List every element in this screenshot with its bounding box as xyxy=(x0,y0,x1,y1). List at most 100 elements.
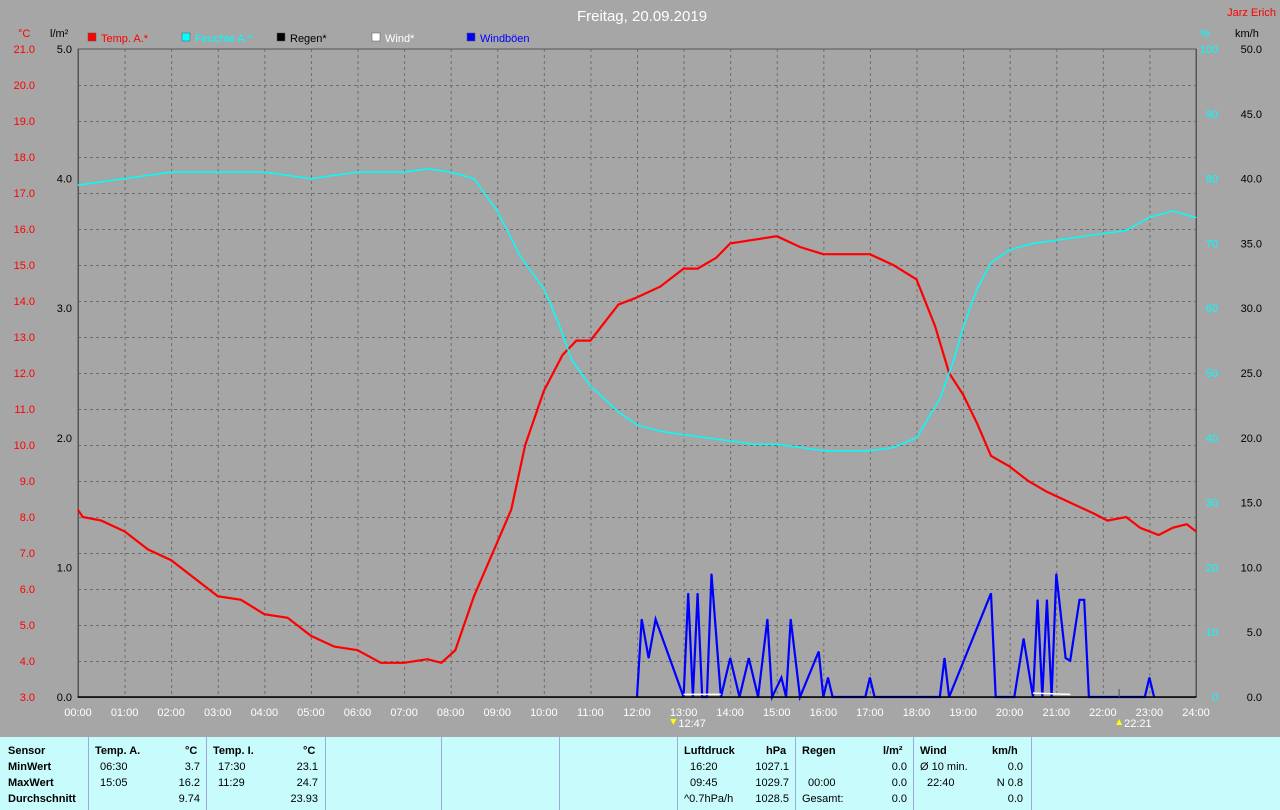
series-point xyxy=(1069,502,1071,504)
wind-tick-label: 30.0 xyxy=(1241,303,1262,315)
wind-max-time: 22:40 xyxy=(927,777,955,789)
x-tick-label: 18:00 xyxy=(903,707,931,719)
rain-tick-label: 3.0 xyxy=(57,303,72,315)
series-point xyxy=(473,178,475,180)
windboeen-point xyxy=(1148,677,1150,679)
pressure-avg: 1028.5 xyxy=(755,793,789,805)
humidity-tick-label: 90 xyxy=(1206,109,1218,121)
wind-unit-label: km/h xyxy=(1235,28,1259,40)
series-point xyxy=(915,278,918,280)
series-point xyxy=(1125,229,1127,232)
series-point xyxy=(1009,249,1011,251)
series-point xyxy=(799,446,801,449)
humidity-unit-label: % xyxy=(1200,28,1210,40)
series-point xyxy=(496,541,498,543)
windboeen-point xyxy=(655,618,657,620)
series-point xyxy=(263,613,265,615)
wind-tick-label: 45.0 xyxy=(1241,109,1262,121)
wind-tick-label: 50.0 xyxy=(1241,44,1262,56)
series-point xyxy=(77,184,79,186)
wind-unit: km/h xyxy=(992,745,1018,757)
rain-tick-label: 1.0 xyxy=(57,562,72,574)
x-tick-label: 10:00 xyxy=(530,707,558,719)
series-point xyxy=(426,658,428,660)
windboeen-point xyxy=(697,592,699,594)
series-point xyxy=(77,509,79,511)
windboeen-point xyxy=(748,657,750,659)
wind-tick-label: 25.0 xyxy=(1241,368,1262,380)
series-point xyxy=(240,599,242,601)
windboeen-point xyxy=(766,618,768,620)
series-point xyxy=(1055,239,1057,241)
series-point xyxy=(1172,210,1174,212)
pressure-min-val: 1027.1 xyxy=(755,761,789,773)
temp-a-min-val: 3.7 xyxy=(184,761,200,773)
series-point xyxy=(1027,480,1029,482)
legend-swatch xyxy=(371,32,381,42)
x-tick-label: 00:00 xyxy=(64,707,92,719)
series-point xyxy=(1046,491,1048,493)
series-point xyxy=(706,437,708,439)
series-point xyxy=(1158,534,1160,536)
x-tick-label: 14:00 xyxy=(716,707,744,719)
series-point xyxy=(729,242,731,244)
sunrise-time: 12:47 xyxy=(678,718,706,730)
series-point xyxy=(934,325,936,327)
series-point xyxy=(636,296,638,298)
series-point xyxy=(990,455,992,457)
windboeen-point xyxy=(1046,599,1048,601)
series-point xyxy=(380,171,382,173)
series-windboeen xyxy=(635,573,1156,702)
rain-tick-label: 0.0 xyxy=(57,692,72,704)
series-point xyxy=(403,171,405,173)
rain-tick-label: 2.0 xyxy=(57,433,72,445)
legend-swatch xyxy=(181,32,191,42)
pressure-max-time: 09:45 xyxy=(690,777,718,789)
series-point xyxy=(962,394,964,396)
series-point xyxy=(682,433,685,436)
temp-tick-label: 10.0 xyxy=(14,440,35,452)
series-point xyxy=(287,617,289,619)
temp-i-min-val: 23.1 xyxy=(296,761,318,773)
x-tick-label: 04:00 xyxy=(251,707,279,719)
sensor-header: Sensor xyxy=(8,745,46,757)
temp-tick-label: 7.0 xyxy=(20,548,35,560)
series-point xyxy=(310,178,312,180)
wind-tick-label: 35.0 xyxy=(1241,238,1262,250)
series-point xyxy=(776,235,778,237)
temp-tick-label: 13.0 xyxy=(14,332,35,344)
grid xyxy=(77,48,1197,698)
series-point xyxy=(519,255,522,257)
series-point xyxy=(617,304,619,306)
temp-tick-label: 19.0 xyxy=(14,116,35,128)
temp-tick-label: 16.0 xyxy=(14,224,35,236)
series-point xyxy=(1195,530,1197,533)
series-point xyxy=(846,253,848,255)
humidity-tick-label: 0 xyxy=(1212,692,1218,704)
series-point xyxy=(123,530,126,533)
legend-label: Windböen xyxy=(480,33,530,45)
series-point xyxy=(217,595,219,597)
x-tick-label: 15:00 xyxy=(763,707,791,719)
series-point xyxy=(575,340,578,342)
wind-header: Wind xyxy=(920,745,947,757)
temp-i-avg: 23.93 xyxy=(290,793,318,805)
series-point xyxy=(310,635,312,637)
series-point xyxy=(170,559,172,561)
temp-a-max-time: 15:05 xyxy=(100,777,128,789)
temp-tick-label: 18.0 xyxy=(14,152,35,164)
rain-max-val: 0.0 xyxy=(891,777,907,789)
legend-swatch xyxy=(466,32,476,42)
series-point xyxy=(496,210,498,212)
rain-header: Regen xyxy=(802,745,836,757)
wind-tick-label: 20.0 xyxy=(1241,433,1262,445)
temp-tick-label: 14.0 xyxy=(14,296,35,308)
stats-table: Sensor MinWert MaxWert Durchschnitt Temp… xyxy=(0,737,1280,810)
windboeen-point xyxy=(687,592,689,594)
temp-i-max-val: 24.7 xyxy=(296,777,318,789)
legend: Temp. A.* Feuchte A.* Regen* Wind* Windböen xyxy=(87,32,530,45)
series-point xyxy=(380,662,382,664)
x-tick-label: 12:00 xyxy=(623,707,651,719)
rain-unit-label: l/m² xyxy=(50,28,69,40)
x-tick-label: 07:00 xyxy=(390,707,418,719)
